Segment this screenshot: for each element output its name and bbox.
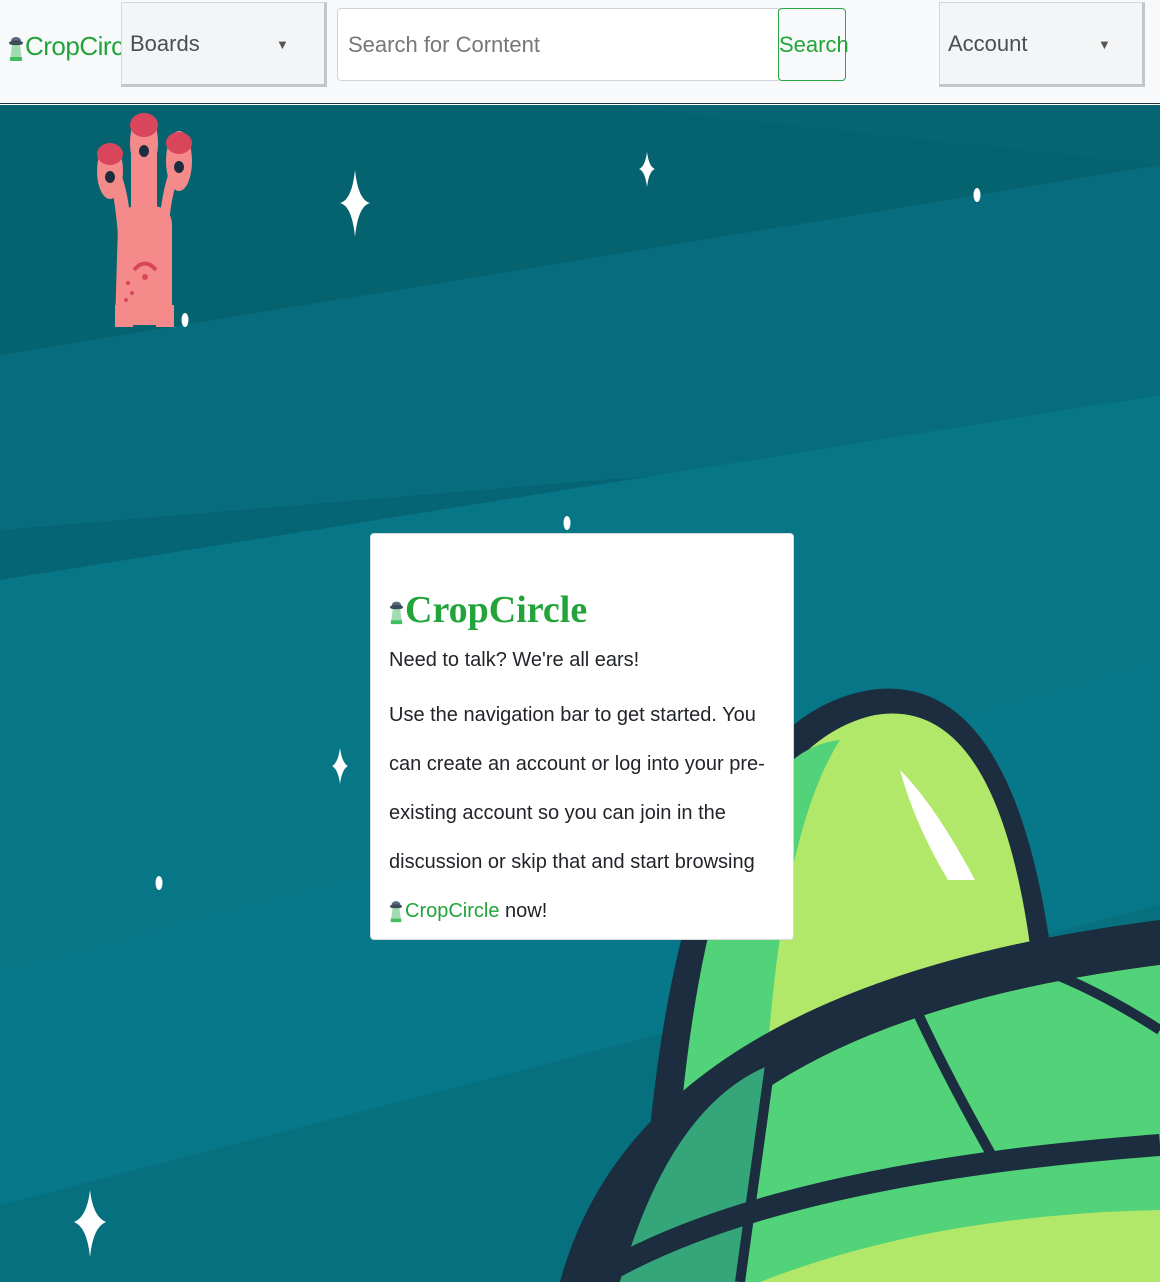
search-button[interactable]: Search: [778, 8, 849, 81]
card-title: CropCircle: [389, 586, 775, 634]
caret-down-icon: ▼: [1098, 37, 1111, 52]
card-title-text: CropCircle: [405, 589, 588, 631]
card-body: Use the navigation bar to get started. Y…: [389, 691, 781, 936]
boards-label: Boards: [130, 31, 200, 56]
caret-down-icon: ▼: [276, 37, 289, 52]
inline-brand-text: CropCircle: [405, 900, 500, 922]
welcome-card: CropCircle Need to talk? We're all ears!…: [370, 533, 794, 940]
inline-brand-link[interactable]: CropCircle: [389, 900, 500, 923]
ufo-icon: [9, 37, 23, 61]
search-input[interactable]: [337, 8, 779, 81]
card-body-text: Use the navigation bar to get started. Y…: [389, 704, 765, 873]
card-lead: Need to talk? We're all ears!: [389, 649, 640, 671]
account-dropdown[interactable]: Account ▼: [939, 2, 1145, 87]
boards-dropdown[interactable]: Boards ▼: [121, 2, 327, 87]
ufo-icon: [389, 601, 404, 625]
card-body-suffix: now!: [499, 900, 548, 922]
ufo-icon: [389, 901, 403, 923]
navbar: CropCircle Boards ▼ Search Account ▼: [0, 0, 1160, 104]
account-label: Account: [948, 31, 1028, 56]
